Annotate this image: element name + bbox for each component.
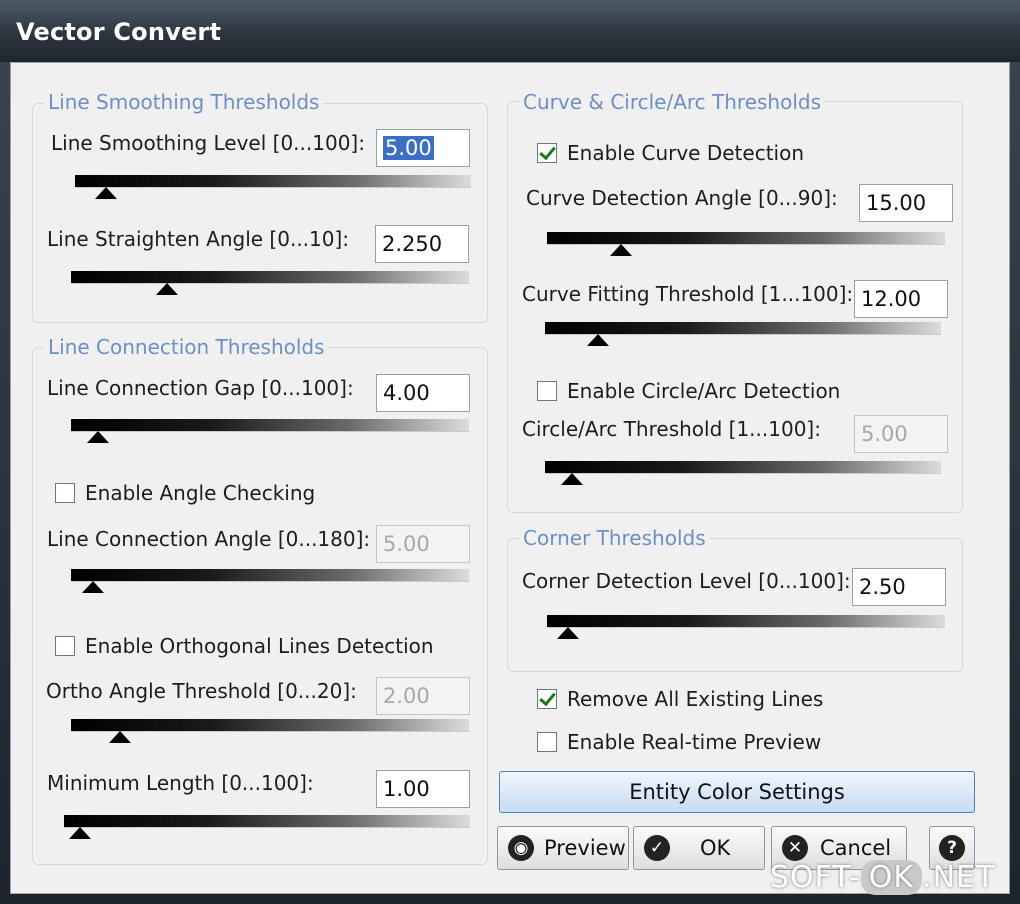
close-icon: ✕ <box>782 835 808 861</box>
corner-detection-level-input[interactable]: 2.50 <box>852 568 946 606</box>
curve-circle-arc-legend: Curve & Circle/Arc Thresholds <box>519 90 826 114</box>
enable-circle-arc-label[interactable]: Enable Circle/Arc Detection <box>567 379 840 403</box>
remove-existing-lines-label[interactable]: Remove All Existing Lines <box>567 687 823 711</box>
slider-thumb[interactable] <box>94 187 117 199</box>
slider-track <box>71 419 469 432</box>
cancel-button-label: Cancel <box>820 836 892 860</box>
curve-fitting-threshold-slider[interactable] <box>545 320 941 346</box>
slider-track <box>71 271 469 284</box>
curve-fitting-threshold-label: Curve Fitting Threshold [1...100]: <box>522 282 854 306</box>
curve-detection-angle-input[interactable]: 15.00 <box>859 184 953 222</box>
line-connection-legend: Line Connection Thresholds <box>44 335 329 359</box>
line-straighten-angle-input[interactable]: 2.250 <box>375 225 469 263</box>
line-smoothing-legend: Line Smoothing Thresholds <box>44 90 324 114</box>
slider-thumb[interactable] <box>610 244 633 256</box>
watermark-right: .NET <box>922 860 996 895</box>
line-connection-gap-label: Line Connection Gap [0...100]: <box>47 376 354 400</box>
curve-detection-angle-slider[interactable] <box>547 230 945 256</box>
enable-curve-detection-checkbox[interactable] <box>537 143 557 163</box>
slider-thumb[interactable] <box>560 473 583 485</box>
ok-button-label: OK <box>700 836 731 860</box>
eye-icon: ◉ <box>508 835 534 861</box>
circle-arc-threshold-label: Circle/Arc Threshold [1...100]: <box>522 417 821 441</box>
ortho-angle-threshold-label: Ortho Angle Threshold [0...20]: <box>46 679 357 703</box>
slider-thumb[interactable] <box>86 431 109 443</box>
preview-button[interactable]: ◉ Preview <box>497 826 629 870</box>
enable-realtime-preview-label[interactable]: Enable Real-time Preview <box>567 730 821 754</box>
corner-detection-level-label: Corner Detection Level [0...100]: <box>522 569 851 593</box>
line-smoothing-level-input[interactable]: 5.00 <box>376 129 470 167</box>
slider-track <box>545 461 941 474</box>
watermark: SOFT- OK .NET <box>770 860 995 895</box>
remove-existing-lines-checkbox[interactable] <box>537 689 557 709</box>
curve-detection-angle-label: Curve Detection Angle [0...90]: <box>526 186 838 210</box>
entity-color-settings-button[interactable]: Entity Color Settings <box>499 771 975 813</box>
help-icon: ? <box>939 835 965 861</box>
enable-curve-detection-label[interactable]: Enable Curve Detection <box>567 141 804 165</box>
slider-thumb[interactable] <box>68 827 91 839</box>
enable-orthogonal-lines-label[interactable]: Enable Orthogonal Lines Detection <box>85 634 434 658</box>
slider-track <box>547 232 945 245</box>
line-connection-gap-input[interactable]: 4.00 <box>376 374 470 412</box>
slider-track <box>547 615 945 628</box>
line-smoothing-level-label: Line Smoothing Level [0...100]: <box>51 131 365 155</box>
title-bar[interactable]: Vector Convert <box>0 0 1020 62</box>
enable-realtime-preview-checkbox[interactable] <box>537 732 557 752</box>
enable-angle-checking-label[interactable]: Enable Angle Checking <box>85 481 315 505</box>
circle-arc-threshold-slider[interactable] <box>545 459 941 485</box>
preview-button-label: Preview <box>544 836 626 860</box>
enable-circle-arc-checkbox[interactable] <box>537 381 557 401</box>
line-straighten-angle-slider[interactable] <box>71 269 469 295</box>
slider-thumb[interactable] <box>557 627 580 639</box>
corner-thresholds-legend: Corner Thresholds <box>519 526 710 550</box>
checkmark-icon: ✓ <box>644 835 670 861</box>
slider-thumb[interactable] <box>109 731 132 743</box>
slider-thumb[interactable] <box>587 334 610 346</box>
slider-track <box>71 569 469 582</box>
window-title: Vector Convert <box>16 18 222 46</box>
enable-angle-checking-checkbox[interactable] <box>55 483 75 503</box>
ok-button[interactable]: ✓ OK <box>633 826 765 870</box>
ortho-angle-threshold-input[interactable]: 2.00 <box>376 677 470 715</box>
line-connection-angle-input[interactable]: 5.00 <box>376 525 470 563</box>
line-smoothing-level-value: 5.00 <box>383 136 434 160</box>
ortho-angle-threshold-slider[interactable] <box>71 717 469 743</box>
line-connection-gap-slider[interactable] <box>71 417 469 443</box>
line-connection-angle-label: Line Connection Angle [0...180]: <box>47 527 371 551</box>
line-smoothing-level-slider[interactable] <box>75 173 471 199</box>
watermark-pill: OK <box>860 860 923 895</box>
vector-convert-dialog: Vector Convert Line Smoothing Thresholds… <box>0 0 1020 904</box>
slider-thumb[interactable] <box>82 581 105 593</box>
corner-detection-level-slider[interactable] <box>547 613 945 639</box>
dialog-body: Line Smoothing Thresholds Line Smoothing… <box>10 62 1010 894</box>
slider-thumb[interactable] <box>156 283 179 295</box>
circle-arc-threshold-input[interactable]: 5.00 <box>854 415 948 453</box>
minimum-length-label: Minimum Length [0...100]: <box>47 771 314 795</box>
curve-fitting-threshold-input[interactable]: 12.00 <box>854 280 948 318</box>
minimum-length-slider[interactable] <box>64 813 470 839</box>
line-straighten-angle-label: Line Straighten Angle [0...10]: <box>47 227 350 251</box>
enable-orthogonal-lines-checkbox[interactable] <box>55 636 75 656</box>
line-connection-angle-slider[interactable] <box>71 567 469 593</box>
slider-track <box>75 175 471 188</box>
watermark-left: SOFT- <box>770 860 861 895</box>
minimum-length-input[interactable]: 1.00 <box>376 770 470 808</box>
slider-track <box>64 815 470 828</box>
